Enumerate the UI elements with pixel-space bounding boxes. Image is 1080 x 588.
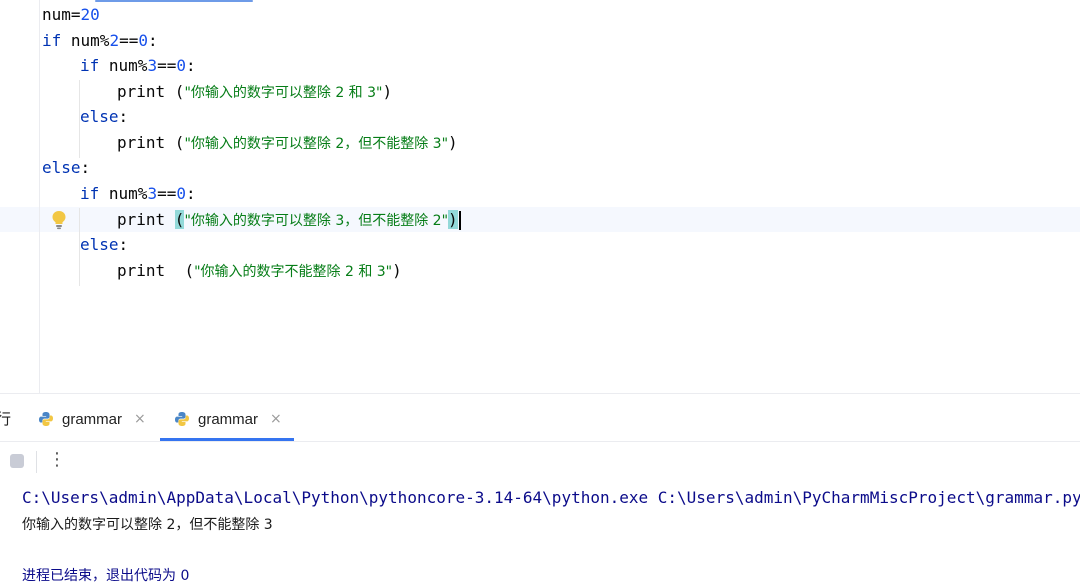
tab-grammar-1[interactable]: grammar ×	[38, 404, 146, 434]
console-output-text: 你输入的数字可以整除 2，但不能整除 3	[22, 517, 273, 533]
code-token: print	[117, 210, 175, 229]
code-token: )	[392, 261, 402, 280]
code-token: :	[147, 31, 158, 50]
code-token: num%	[108, 56, 148, 75]
run-toolbar: ⋮	[0, 442, 1080, 482]
code-token: 3	[147, 56, 158, 75]
code-line-7[interactable]: else:	[42, 156, 90, 180]
toolbar-separator	[36, 451, 37, 473]
console-output-line: 你输入的数字可以整除 2，但不能整除 3	[22, 512, 273, 536]
code-token: (	[174, 133, 185, 152]
code-token: "你输入的数字不能整除 2 和 3"	[194, 264, 393, 280]
code-token: 0	[138, 31, 148, 50]
console-exit-line: 进程已结束，退出代码为 0	[22, 563, 189, 587]
code-token: else	[80, 235, 119, 254]
code-token: 0	[176, 56, 186, 75]
console-command-line: C:\Users\admin\AppData\Local\Python\pyth…	[22, 488, 1080, 507]
code-token: (	[174, 82, 185, 101]
code-line-8[interactable]: if num%3==0:	[80, 182, 196, 206]
python-icon	[175, 412, 189, 426]
code-token: 2	[109, 31, 120, 50]
code-token: :	[80, 158, 91, 177]
code-token: :	[118, 235, 129, 254]
code-line-3[interactable]: if num%3==0:	[80, 54, 196, 78]
code-token: else	[80, 107, 119, 126]
code-line-1[interactable]: num=20	[42, 3, 100, 27]
code-token: 3	[147, 184, 158, 203]
code-token: num%	[70, 31, 110, 50]
console-exit-text: 进程已结束，退出代码为 0	[22, 568, 190, 584]
text-cursor	[458, 211, 461, 230]
editor-tab-indicator	[95, 0, 253, 2]
code-token: 0	[176, 184, 186, 203]
lightbulb-icon[interactable]	[51, 210, 67, 230]
code-line-5[interactable]: else:	[80, 105, 128, 129]
code-token: num%	[108, 184, 148, 203]
code-token: num=	[42, 5, 81, 24]
code-token: else	[42, 158, 81, 177]
tab-label: grammar	[198, 410, 259, 428]
run-panel-title: 行	[0, 410, 12, 428]
code-token: print	[117, 133, 175, 152]
code-token: if	[42, 31, 71, 50]
close-icon[interactable]: ×	[134, 411, 146, 427]
run-tab-bar: 行 grammar × grammar ×	[0, 394, 1080, 442]
more-options-icon[interactable]: ⋮	[48, 449, 66, 470]
gutter-divider	[39, 0, 40, 393]
code-token: (	[184, 261, 195, 280]
code-line-2[interactable]: if num%2==0:	[42, 29, 158, 53]
code-token: )	[382, 82, 393, 101]
code-token: :	[185, 56, 196, 75]
tab-grammar-2[interactable]: grammar ×	[174, 404, 282, 434]
run-tool-window: 行 grammar × grammar × ⋮ C:\Users\admin\A…	[0, 393, 1080, 584]
code-token: :	[185, 184, 196, 203]
code-token: if	[80, 56, 109, 75]
tab-label: grammar	[62, 410, 123, 428]
active-tab-indicator	[160, 438, 294, 441]
code-token: 20	[80, 5, 100, 24]
code-token: ==	[157, 56, 177, 75]
code-line-11[interactable]: print ("你输入的数字不能整除 2 和 3")	[117, 259, 402, 283]
code-token: :	[118, 107, 129, 126]
code-line-6[interactable]: print ("你输入的数字可以整除 2，但不能整除 3")	[117, 131, 458, 155]
python-icon	[39, 412, 53, 426]
code-token: ==	[157, 184, 177, 203]
code-line-4[interactable]: print ("你输入的数字可以整除 2 和 3")	[117, 80, 392, 104]
code-line-9[interactable]: print ("你输入的数字可以整除 3，但不能整除 2")	[117, 208, 461, 232]
code-token: )	[448, 133, 458, 152]
code-line-10[interactable]: else:	[80, 233, 128, 257]
code-token: print	[117, 261, 185, 280]
code-token: if	[80, 184, 109, 203]
code-token: "你输入的数字可以整除 3，但不能整除 2"	[184, 213, 449, 229]
code-token: (	[174, 210, 185, 229]
code-token: )	[448, 210, 458, 229]
code-token: "你输入的数字可以整除 2 和 3"	[184, 85, 383, 101]
close-icon[interactable]: ×	[270, 411, 282, 427]
code-editor[interactable]: num=20 if num%2==0: if num%3==0: print (…	[0, 0, 1080, 393]
code-token: "你输入的数字可以整除 2，但不能整除 3"	[184, 136, 449, 152]
code-token: ==	[119, 31, 139, 50]
code-token: print	[117, 82, 175, 101]
stop-icon[interactable]	[10, 454, 24, 468]
